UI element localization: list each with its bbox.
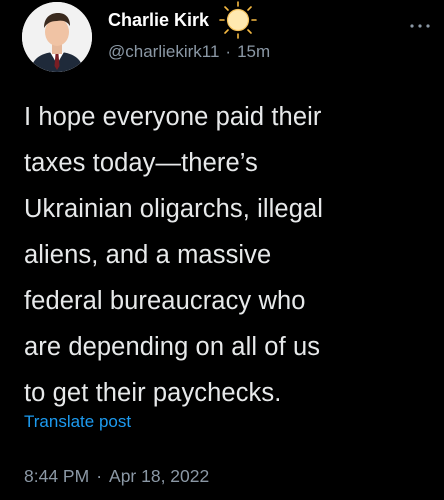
- tweet-date[interactable]: Apr 18, 2022: [109, 466, 209, 486]
- avatar-image: [22, 2, 92, 72]
- author-handle-row: @charliekirk11 · 15m: [108, 42, 270, 62]
- time-ago[interactable]: 15m: [237, 42, 270, 61]
- tweet: Charlie Kirk @charliekirk11 · 15m I hope e…: [0, 0, 444, 500]
- author-handle[interactable]: @charliekirk11: [108, 42, 219, 61]
- more-options-icon[interactable]: [408, 20, 432, 32]
- tweet-text: I hope everyone paid their taxes today—t…: [24, 103, 324, 407]
- sun-icon: [219, 1, 257, 39]
- timestamp-separator: ·: [96, 466, 103, 486]
- tweet-timestamp: 8:44 PM · Apr 18, 2022: [24, 466, 209, 487]
- tweet-time[interactable]: 8:44 PM: [24, 466, 89, 486]
- avatar[interactable]: [22, 2, 92, 72]
- translate-post-link[interactable]: Translate post: [24, 412, 131, 432]
- handle-separator: ·: [225, 42, 232, 61]
- author-display-name[interactable]: Charlie Kirk: [108, 10, 209, 31]
